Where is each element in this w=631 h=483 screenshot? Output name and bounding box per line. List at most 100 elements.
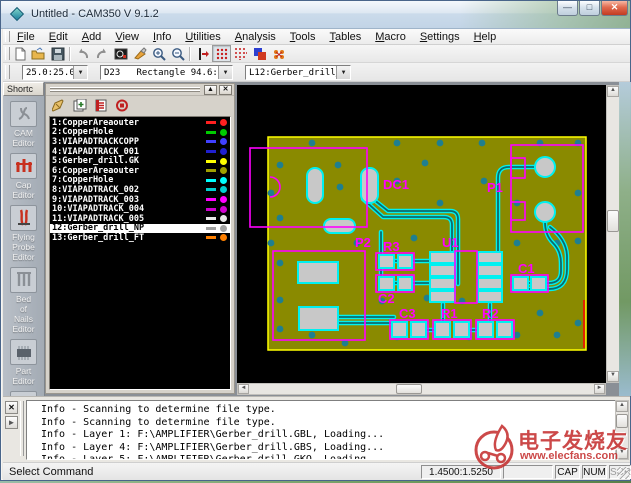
datum-point-icon[interactable] [193,45,212,62]
pcb-canvas[interactable]: DC1 P1 P2 R3 C2 U1 C1 C3 R1 R2 [237,85,606,383]
layer-color-indicator[interactable] [206,225,227,232]
menu-utilities[interactable]: Utilities [178,30,227,44]
layer-color-indicator[interactable] [206,234,227,241]
chevron-down-icon[interactable]: ▼ [218,66,232,79]
panel-minimize-button[interactable]: ▲ [204,85,217,95]
log-expand-button[interactable]: ► [5,416,18,429]
redraw-icon[interactable] [115,99,130,112]
layer-color-indicator[interactable] [206,167,227,174]
close-button[interactable]: ✕ [601,1,628,16]
scroll-up-icon[interactable]: ▲ [607,86,619,97]
window-title: Untitled - CAM350 V 9.1.2 [31,8,159,20]
pcb-viewport: DC1 P1 P2 R3 C2 U1 C1 C3 R1 R2 ▲ [236,84,621,396]
menu-help[interactable]: Help [467,30,504,44]
layer-row[interactable]: 13:Gerber_drill_FT [50,233,230,243]
grid-dots-icon[interactable] [231,45,250,62]
brush-icon[interactable] [52,99,67,112]
menu-settings[interactable]: Settings [413,30,467,44]
menu-view[interactable]: View [108,30,146,44]
layer-row[interactable]: 1:CopperAreaouter [50,118,230,128]
scroll-right-icon[interactable]: ► [594,384,605,394]
panel-grip[interactable] [50,87,200,93]
layer-table-icon[interactable] [94,99,109,112]
sidebar-item-part-editor[interactable]: Part Editor [3,339,44,386]
layer-color-indicator[interactable] [206,186,227,193]
chevron-down-icon[interactable]: ▼ [73,66,87,79]
vertical-scroll-thumb[interactable] [607,210,619,232]
cleanup-brush-icon[interactable] [130,45,149,62]
chevron-down-icon[interactable]: ▼ [336,66,350,79]
layer-colors-icon[interactable] [250,45,269,62]
dcode-select[interactable]: D23 Rectangle 94.6:35.6 ▼ [100,65,233,80]
layer-color-indicator[interactable] [206,177,227,184]
layer-color-indicator[interactable] [206,215,227,222]
layer-row[interactable]: 11:VIAPADTRACK_005 [50,214,230,224]
layer-row[interactable]: 3:VIAPADTRACKCOPP [50,137,230,147]
layer-row[interactable]: 7:CopperHole [50,176,230,186]
layers-panel-titlebar[interactable]: ▲ ✕ [46,84,234,96]
save-file-icon[interactable] [48,45,67,62]
menu-info[interactable]: Info [146,30,178,44]
log-scrollbar[interactable]: ▲ ▼ [615,400,629,460]
active-layer-select[interactable]: L12:Gerber_drill_NP ▼ [245,65,351,80]
new-file-icon[interactable] [10,45,29,62]
layer-color-indicator[interactable] [206,129,227,136]
horizontal-scrollbar[interactable]: ◄ ► [237,383,606,395]
vertical-scrollbar[interactable]: ▲ ▼ [606,85,620,383]
layer-row[interactable]: 10:VIAPADTRACK_004 [50,204,230,214]
option-toolbar: 25.0:25.0 ▼ D23 Rectangle 94.6:35.6 ▼ L1… [3,63,630,82]
panel-close-button[interactable]: ✕ [219,85,232,95]
layer-row[interactable]: 2:CopperHole [50,128,230,138]
scroll-up-icon[interactable]: ▲ [616,401,628,412]
menu-tables[interactable]: Tables [322,30,368,44]
toolbar2-grip[interactable] [3,63,10,81]
resize-grip[interactable] [617,467,629,479]
sidebar-header[interactable]: Shortc [3,82,44,96]
toolbar-grip[interactable] [3,45,10,62]
layer-row[interactable]: 9:VIAPADTRACK_003 [50,195,230,205]
layer-row[interactable]: 5:Gerber_drill.GK [50,156,230,166]
zoom-in-icon[interactable] [149,45,168,62]
layer-color-indicator[interactable] [206,158,227,165]
sidebar-item-cap-editor[interactable]: Cap Editor [3,153,44,200]
layer-row[interactable]: 8:VIAPADTRACK_002 [50,185,230,195]
layer-color-indicator[interactable] [206,206,227,213]
menu-add[interactable]: Add [75,30,109,44]
layer-row[interactable]: 6:CopperAreaouter [50,166,230,176]
log-output[interactable]: Info - Scanning to determine file type. … [26,400,617,460]
layer-color-indicator[interactable] [206,138,227,145]
layer-color-indicator[interactable] [206,119,227,126]
undo-icon[interactable] [73,45,92,62]
layer-row[interactable]: 4:VIAPADTRACK_001 [50,147,230,157]
view-window-icon[interactable] [111,45,130,62]
log-close-button[interactable]: ✕ [5,401,18,414]
menu-edit[interactable]: Edit [42,30,75,44]
snap-grid-icon[interactable] [212,45,231,62]
title-bar[interactable]: Untitled - CAM350 V 9.1.2 — □ ✕ [1,1,630,29]
highlight-pads-icon[interactable] [269,45,288,62]
maximize-button[interactable]: □ [579,1,600,16]
menu-grip[interactable] [3,29,10,44]
sidebar-item-bed-of-nails-editor[interactable]: Bed of Nails Editor [3,267,44,334]
scroll-down-icon[interactable]: ▼ [616,448,628,459]
redo-icon[interactable] [92,45,111,62]
grid-select[interactable]: 25.0:25.0 ▼ [22,65,88,80]
log-grip[interactable] [20,401,24,456]
layer-color-indicator[interactable] [206,148,227,155]
add-layer-icon[interactable] [73,99,88,112]
menu-analysis[interactable]: Analysis [228,30,283,44]
zoom-out-icon[interactable] [168,45,187,62]
open-file-icon[interactable] [29,45,48,62]
horizontal-scroll-thumb[interactable] [396,384,422,394]
menu-file[interactable]: File [10,30,42,44]
layer-color-indicator[interactable] [206,196,227,203]
minimize-button[interactable]: — [557,1,578,16]
layer-row-selected[interactable]: 12:Gerber_drill_NP [50,224,230,234]
menu-tools[interactable]: Tools [283,30,323,44]
scroll-left-icon[interactable]: ◄ [238,384,249,394]
sidebar-item-flying-probe-editor[interactable]: Flying Probe Editor [3,205,44,262]
menu-macro[interactable]: Macro [368,30,413,44]
log-scroll-thumb[interactable] [616,414,628,428]
sidebar-item-cam-editor[interactable]: CAM Editor [3,101,44,148]
scroll-down-icon[interactable]: ▼ [607,371,619,382]
